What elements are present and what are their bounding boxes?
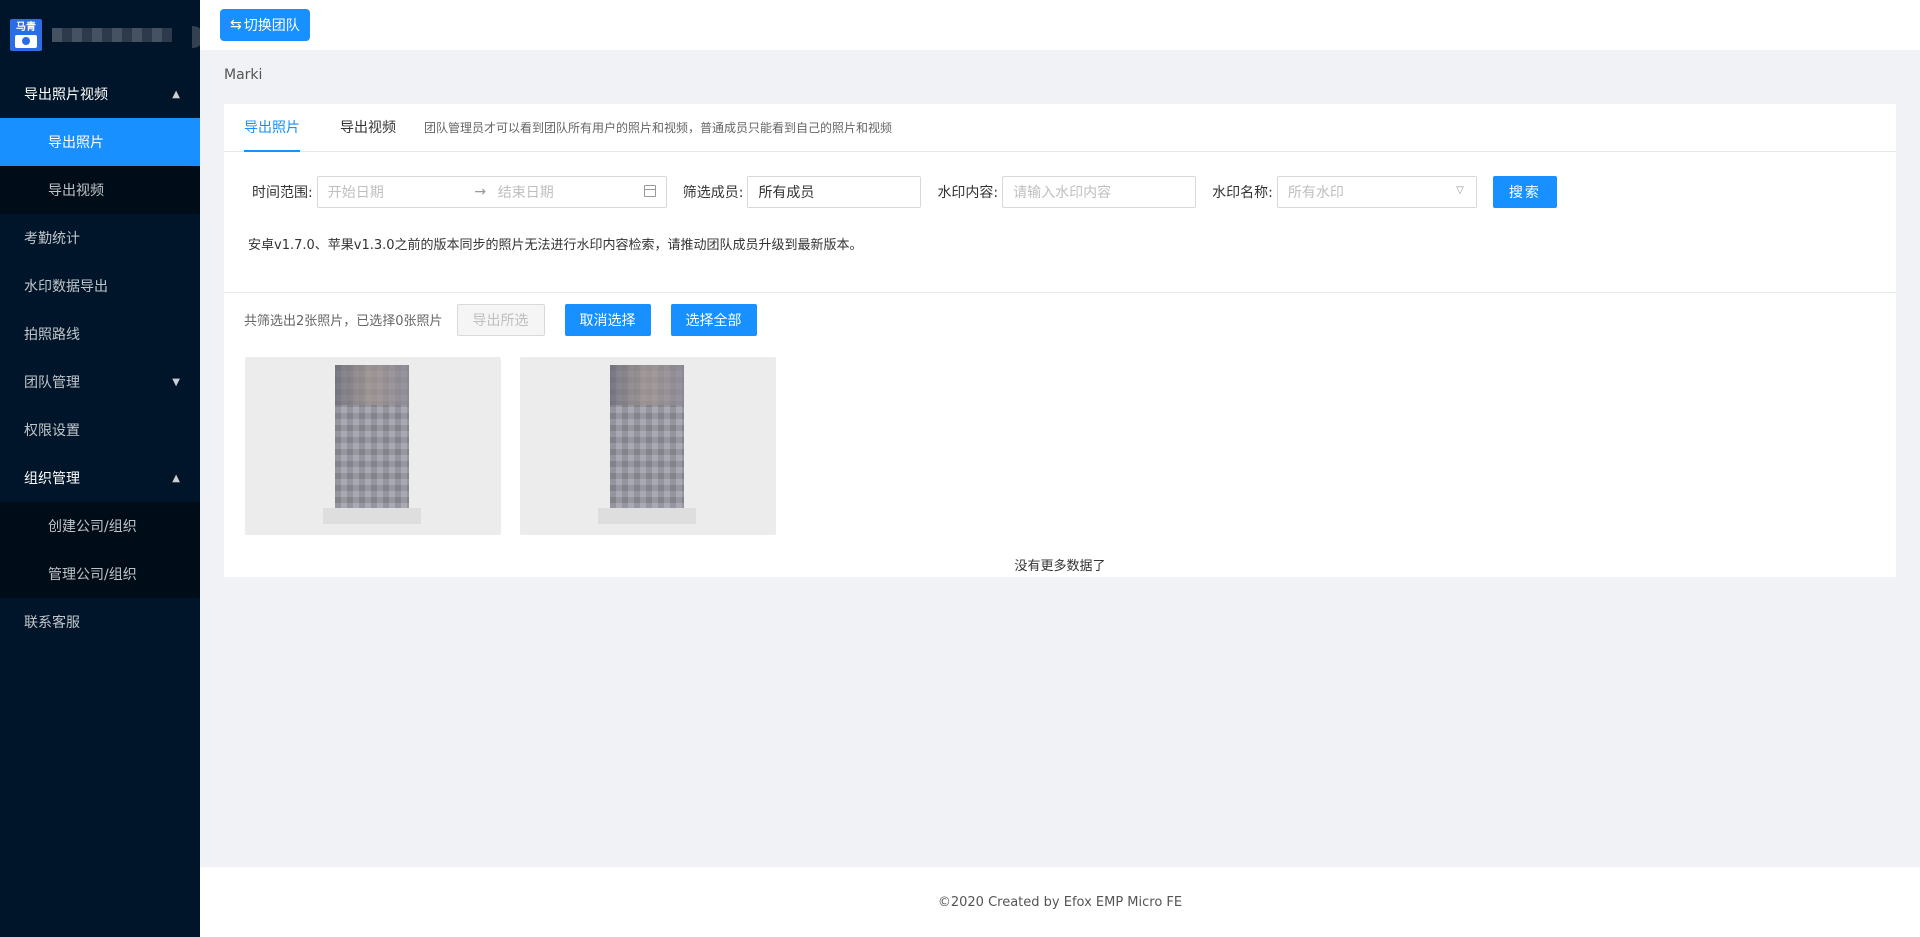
date-range-picker[interactable]: 开始日期 → 结束日期 bbox=[316, 176, 667, 208]
menu-label: 权限设置 bbox=[24, 423, 80, 439]
photo-card[interactable] bbox=[245, 357, 501, 535]
end-date-input[interactable]: 结束日期 bbox=[498, 182, 633, 202]
menu-permissions[interactable]: 权限设置 bbox=[0, 406, 200, 454]
watermark-name-label: 水印名称: bbox=[1212, 185, 1273, 201]
sidebar: 马青 导出照片视频 ▲ 导出照片 导出视频 考勤统计 水印数据导出 拍照路线 团… bbox=[0, 0, 204, 937]
tab-tip: 团队管理员才可以看到团队所有用户的照片和视频，普通成员只能看到自己的照片和视频 bbox=[424, 121, 893, 135]
selection-toolbar: 共筛选出2张照片，已选择0张照片 导出所选 取消选择 选择全部 bbox=[224, 293, 1896, 336]
menu-export-videos[interactable]: 导出视频 bbox=[0, 166, 200, 214]
switch-team-button[interactable]: ⇆ 切换团队 bbox=[220, 9, 310, 41]
menu-organization[interactable]: 组织管理 ▲ bbox=[0, 454, 200, 502]
watermark-name-placeholder: 所有水印 bbox=[1287, 185, 1344, 201]
photo-thumbnail bbox=[323, 365, 421, 524]
menu-label: 拍照路线 bbox=[24, 327, 80, 343]
menu-team-management[interactable]: 团队管理 ▼ bbox=[0, 358, 200, 406]
menu-attendance[interactable]: 考勤统计 bbox=[0, 214, 200, 262]
menu-create-org[interactable]: 创建公司/组织 bbox=[0, 502, 200, 550]
filter-bar: 时间范围: 开始日期 → 结束日期 筛选成员: 所有成员 水印内容: 请输入水印… bbox=[224, 152, 1896, 208]
user-name-blurred bbox=[52, 28, 172, 42]
arrow-right-icon: → bbox=[474, 184, 487, 200]
menu-label: 创建公司/组织 bbox=[48, 519, 137, 535]
sidebar-menu: 导出照片视频 ▲ 导出照片 导出视频 考勤统计 水印数据导出 拍照路线 团队管理… bbox=[0, 70, 200, 646]
menu-photo-route[interactable]: 拍照路线 bbox=[0, 310, 200, 358]
cancel-selection-button[interactable]: 取消选择 bbox=[564, 303, 651, 336]
start-date-input[interactable]: 开始日期 bbox=[328, 182, 463, 202]
menu-label: 导出视频 bbox=[48, 183, 104, 199]
menu-export-photos[interactable]: 导出照片 bbox=[0, 118, 200, 166]
photo-thumbnail bbox=[598, 365, 696, 524]
submenu-organization: 创建公司/组织 管理公司/组织 bbox=[0, 502, 200, 598]
menu-label: 水印数据导出 bbox=[24, 279, 108, 295]
breadcrumb: Marki bbox=[224, 67, 263, 83]
photo-card[interactable] bbox=[520, 357, 776, 535]
menu-label: 联系客服 bbox=[24, 615, 80, 631]
search-button[interactable]: 搜索 bbox=[1492, 176, 1557, 208]
chevron-down-icon: ▽ bbox=[1456, 185, 1464, 196]
menu-label: 考勤统计 bbox=[24, 231, 80, 247]
switch-team-label: 切换团队 bbox=[243, 18, 300, 34]
no-more-data: 没有更多数据了 bbox=[1014, 559, 1106, 574]
watermark-content-label: 水印内容: bbox=[937, 185, 999, 201]
menu-watermark-export[interactable]: 水印数据导出 bbox=[0, 262, 200, 310]
app-logo[interactable]: 马青 bbox=[10, 19, 42, 51]
menu-label: 团队管理 bbox=[24, 375, 80, 391]
photo-grid bbox=[224, 336, 1896, 535]
tab-export-videos[interactable]: 导出视频 bbox=[340, 104, 396, 152]
select-all-button[interactable]: 选择全部 bbox=[670, 303, 757, 336]
tab-export-photos[interactable]: 导出照片 bbox=[244, 104, 300, 152]
member-select[interactable]: 所有成员 bbox=[747, 176, 922, 208]
member-filter-label: 筛选成员: bbox=[682, 185, 744, 201]
chevron-up-icon: ▲ bbox=[172, 88, 180, 100]
selection-count: 共筛选出2张照片，已选择0张照片 bbox=[244, 314, 443, 329]
menu-contact-support[interactable]: 联系客服 bbox=[0, 598, 200, 646]
footer: ©2020 Created by Efox EMP Micro FE bbox=[200, 867, 1920, 937]
watermark-content-input[interactable]: 请输入水印内容 bbox=[1002, 176, 1197, 208]
content-card: 导出照片 导出视频 团队管理员才可以看到团队所有用户的照片和视频，普通成员只能看… bbox=[224, 104, 1896, 577]
menu-manage-org[interactable]: 管理公司/组织 bbox=[0, 550, 200, 598]
menu-label: 导出照片视频 bbox=[24, 87, 108, 103]
version-notice: 安卓v1.7.0、苹果v1.3.0之前的版本同步的照片无法进行水印内容检索，请推… bbox=[248, 238, 863, 253]
menu-label: 管理公司/组织 bbox=[48, 567, 137, 583]
camera-icon bbox=[15, 35, 37, 48]
tab-bar: 导出照片 导出视频 团队管理员才可以看到团队所有用户的照片和视频，普通成员只能看… bbox=[224, 104, 1896, 152]
menu-label: 导出照片 bbox=[48, 135, 104, 151]
menu-label: 组织管理 bbox=[24, 471, 80, 487]
menu-export-photos-videos[interactable]: 导出照片视频 ▲ bbox=[0, 70, 200, 118]
logo-text: 马青 bbox=[16, 22, 36, 33]
swap-icon: ⇆ bbox=[230, 17, 242, 33]
chevron-down-icon: ▼ bbox=[172, 376, 180, 388]
top-header: ⇆ 切换团队 bbox=[200, 0, 1920, 50]
logo-bar: 马青 bbox=[0, 0, 204, 70]
submenu-export: 导出照片 导出视频 bbox=[0, 118, 200, 214]
watermark-name-select[interactable]: 所有水印 ▽ bbox=[1276, 176, 1477, 208]
export-selected-button[interactable]: 导出所选 bbox=[456, 303, 545, 336]
time-range-label: 时间范围: bbox=[252, 185, 313, 201]
chevron-up-icon: ▲ bbox=[172, 472, 180, 484]
calendar-icon bbox=[643, 185, 656, 197]
